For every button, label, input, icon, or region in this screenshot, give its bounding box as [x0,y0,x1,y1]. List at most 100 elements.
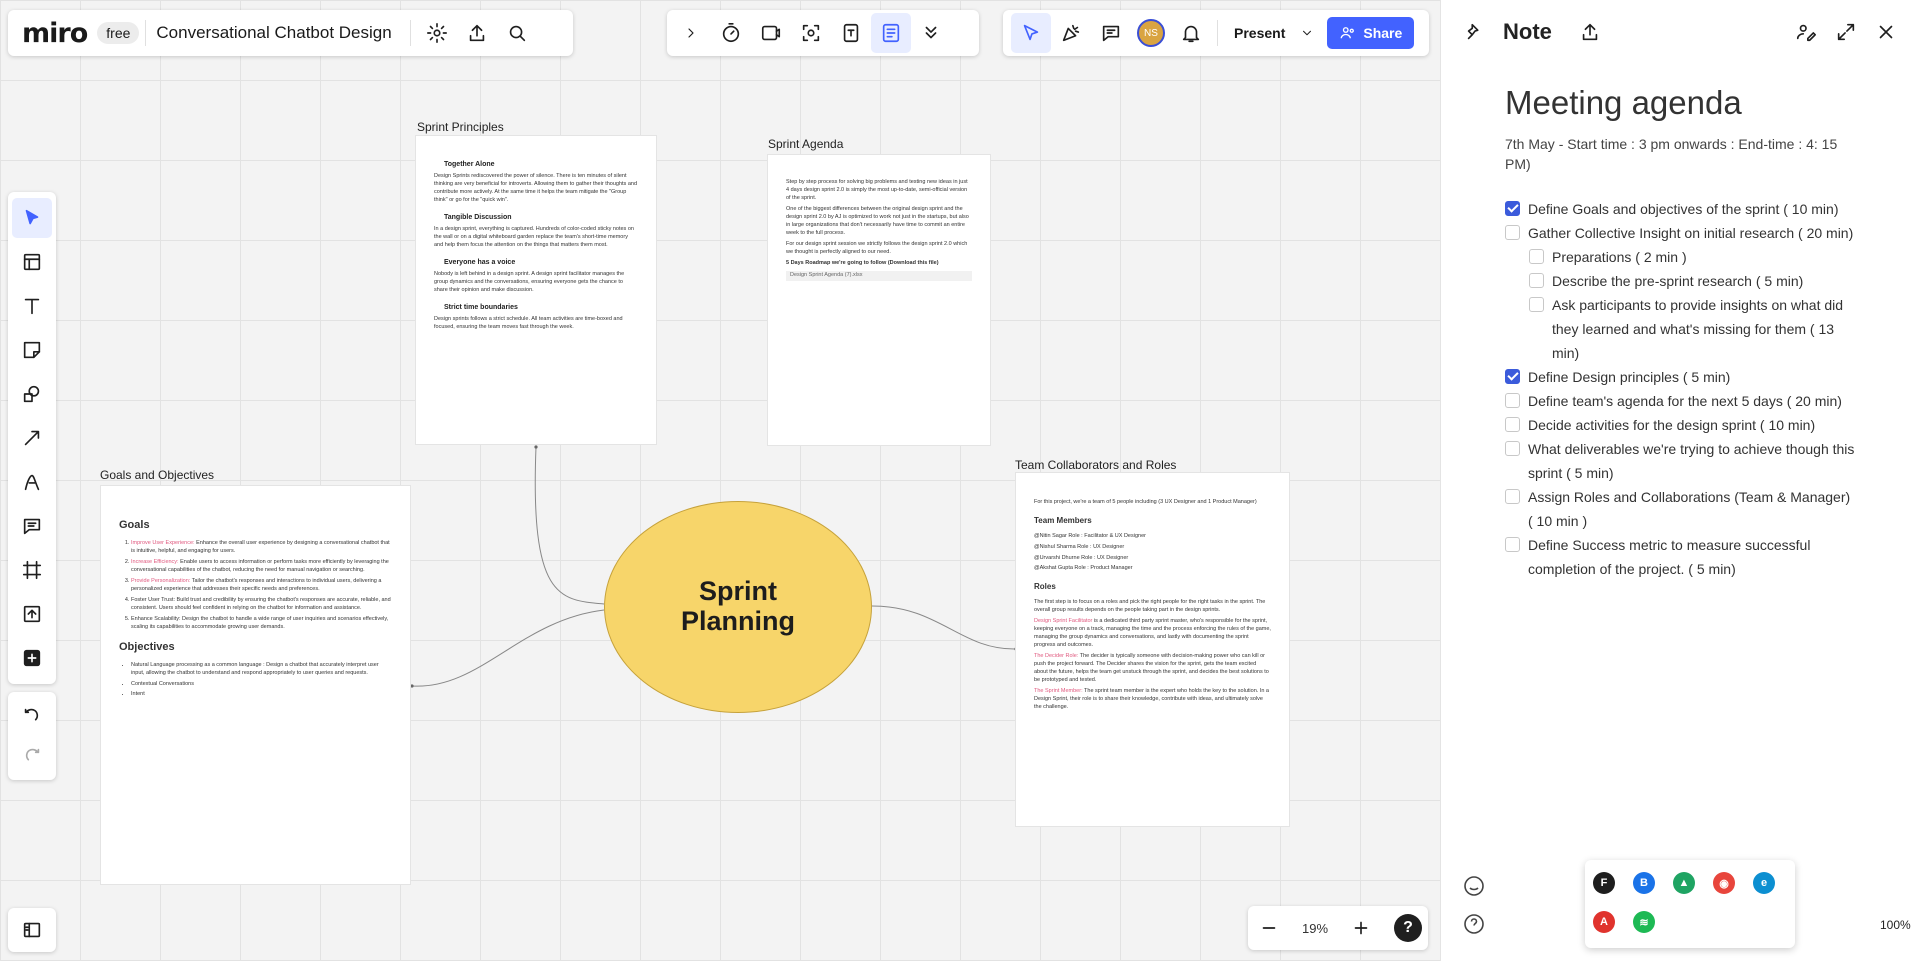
video-icon[interactable] [751,13,791,53]
pin-icon[interactable] [1455,12,1495,52]
frame-sprint-principles[interactable]: Together Alone Design Sprints rediscovere… [415,135,657,445]
figma-icon[interactable]: F [1593,872,1615,894]
task-label[interactable]: Decide activities for the design sprint … [1528,413,1815,437]
frame-tool-icon[interactable] [12,550,52,590]
expand-icon[interactable] [1826,12,1866,52]
chevron-right-icon[interactable] [671,13,711,53]
reactions-icon[interactable] [831,13,871,53]
focus-icon[interactable] [791,13,831,53]
zoom-in-plus-icon[interactable] [1346,908,1376,948]
frame-title-principles[interactable]: Sprint Principles [417,120,504,134]
cursor-select-icon[interactable] [1011,13,1051,53]
edit-people-icon[interactable] [1786,12,1826,52]
chrome-icon[interactable]: ◉ [1713,872,1735,894]
adobe-icon[interactable]: A [1593,911,1615,933]
note-subtitle[interactable]: 7th May - Start time : 3 pm onwards : En… [1505,134,1856,175]
help-circle-icon[interactable] [1462,912,1486,936]
avatar[interactable]: NS [1131,13,1171,53]
note-export-icon[interactable] [1570,12,1610,52]
upload-icon[interactable] [12,594,52,634]
task-checkbox[interactable] [1505,440,1520,456]
task-label[interactable]: Assign Roles and Collaborations (Team & … [1528,485,1856,533]
spotify-icon[interactable]: ≋ [1633,911,1655,933]
export-upload-icon[interactable] [457,13,497,53]
connection-line-icon[interactable] [12,418,52,458]
sprint-planning-shape[interactable]: Sprint Planning [604,501,872,713]
more-apps-plus-icon[interactable] [12,638,52,678]
agenda-paragraph: One of the biggest differences between t… [786,205,969,236]
frame-team-roles[interactable]: For this project, we're a team of 5 peop… [1015,472,1290,827]
notes-icon[interactable] [871,13,911,53]
board-panel-toggle[interactable] [8,908,56,952]
present-button[interactable]: Present [1224,17,1295,49]
task-checkbox[interactable] [1505,536,1520,552]
note-side-panel: Note Meeting agenda 7th May - Start time… [1440,0,1920,961]
redo-icon[interactable] [12,736,52,776]
sidebar-panel-icon[interactable] [12,910,52,950]
zoom-out-minus-icon[interactable] [1254,908,1284,948]
task-label[interactable]: Define Success metric to measure success… [1528,533,1856,581]
more-chevron-double-icon[interactable] [911,13,951,53]
edge-icon[interactable]: e [1753,872,1775,894]
task-label[interactable]: Describe the pre-sprint research ( 5 min… [1552,269,1803,293]
bell-icon[interactable] [1171,13,1211,53]
task-label[interactable]: What deliverables we're trying to achiev… [1528,437,1856,485]
agenda-attachment[interactable]: Design Sprint Agenda (7).xlsx [786,270,972,281]
templates-icon[interactable] [12,242,52,282]
role-item: Design Sprint Facilitator is a dedicated… [1034,617,1271,648]
drive-icon[interactable]: ▲ [1673,872,1695,894]
undo-icon[interactable] [12,696,52,736]
task-checkbox[interactable] [1505,488,1520,504]
task-label[interactable]: Define team's agenda for the next 5 days… [1528,389,1842,413]
undo-redo-bar [8,692,56,780]
bluetooth-icon[interactable]: B [1633,872,1655,894]
timer-icon[interactable] [711,13,751,53]
task-label[interactable]: Preparations ( 2 min ) [1552,245,1687,269]
task-item: Define Success metric to measure success… [1505,533,1856,581]
principle-heading: Tangible Discussion [444,214,512,222]
share-button[interactable]: Share [1327,17,1415,49]
comment-icon[interactable] [1091,13,1131,53]
zoom-controls: 19% ? [1248,906,1428,950]
comment-tool-icon[interactable] [12,506,52,546]
close-icon[interactable] [1866,12,1906,52]
help-question-icon[interactable]: ? [1393,914,1422,942]
select-cursor-icon[interactable] [12,198,52,238]
task-label[interactable]: Ask participants to provide insights on … [1552,293,1856,365]
note-heading[interactable]: Meeting agenda [1505,84,1856,122]
task-checkbox[interactable] [1505,200,1520,216]
task-checkbox[interactable] [1529,248,1544,264]
canvas-board[interactable]: Sprint Principles Together Alone Design S… [0,0,1440,961]
board-title[interactable]: Conversational Chatbot Design [156,23,391,43]
task-checkbox[interactable] [1529,296,1544,312]
frame-title-agenda[interactable]: Sprint Agenda [768,137,843,151]
divider [145,20,147,46]
goal-item: Increase Efficiency: Enable users to acc… [131,559,392,575]
text-tool-icon[interactable] [12,286,52,326]
shapes-icon[interactable] [12,374,52,414]
task-checkbox[interactable] [1505,416,1520,432]
task-label[interactable]: Define Design principles ( 5 min) [1528,365,1730,389]
miro-logo[interactable]: miro [22,18,88,49]
search-icon[interactable] [497,13,537,53]
pen-icon[interactable] [12,462,52,502]
task-checkbox[interactable] [1505,368,1520,384]
task-checkbox[interactable] [1505,392,1520,408]
zoom-level[interactable]: 19% [1302,921,1328,936]
frame-goals-objectives[interactable]: Goals Improve User Experience: Enhance t… [100,485,411,885]
task-label[interactable]: Define Goals and objectives of the sprin… [1528,197,1839,221]
feedback-smile-icon[interactable] [1462,874,1486,898]
frame-title-team[interactable]: Team Collaborators and Roles [1015,458,1176,472]
task-checkbox[interactable] [1505,224,1520,240]
goals-heading: Goals [119,519,150,531]
plan-badge[interactable]: free [97,22,140,44]
frame-sprint-agenda[interactable]: Step by step process for solving big pro… [767,154,991,446]
avatar-initials: NS [1137,19,1165,47]
task-checkbox[interactable] [1529,272,1544,288]
frame-title-goals[interactable]: Goals and Objectives [100,468,214,482]
task-label[interactable]: Gather Collective Insight on initial res… [1528,221,1853,245]
reactions-party-icon[interactable] [1051,13,1091,53]
settings-gear-icon[interactable] [417,13,457,53]
sticky-note-icon[interactable] [12,330,52,370]
present-dropdown-chevron-icon[interactable] [1295,13,1319,53]
